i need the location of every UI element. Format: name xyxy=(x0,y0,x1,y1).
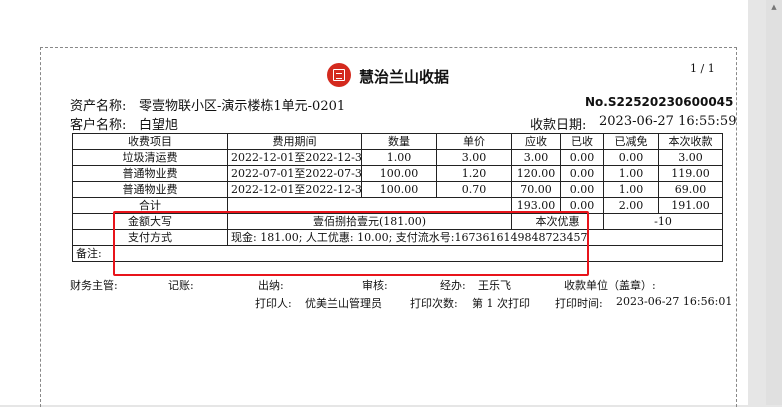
printer-value: 优美兰山管理员 xyxy=(305,297,382,310)
document-number: No.S22520230600045 xyxy=(585,95,734,109)
table-cell: 垃圾清运费 xyxy=(72,149,228,166)
scroll-up-arrow-icon[interactable]: ▲ xyxy=(770,3,778,11)
table-cell: 1.00 xyxy=(603,181,659,198)
table-header: 单价 xyxy=(436,133,512,150)
table-cell: 0.00 xyxy=(560,165,604,182)
table-header: 已减免 xyxy=(603,133,659,150)
customer-value: 白望旭 xyxy=(139,118,179,133)
table-cell: 0.00 xyxy=(560,149,604,166)
bookkeeper-label: 记账: xyxy=(168,279,194,292)
finance-supervisor-label: 财务主管: xyxy=(70,279,118,292)
table-cell: 1.20 xyxy=(436,165,512,182)
handler-value: 王乐飞 xyxy=(478,279,511,292)
handler-label: 经办: xyxy=(440,279,466,292)
table-header: 应收 xyxy=(511,133,561,150)
table-cell: 0.00 xyxy=(560,181,604,198)
date-label: 收款日期: xyxy=(530,118,587,133)
table-cell: 0.00 xyxy=(603,149,659,166)
table-row: 垃圾清运费 2022-12-01至2022-12-31 1.00 3.00 3.… xyxy=(72,149,723,166)
table-header: 收费项目 xyxy=(72,133,228,150)
table-cell: 普通物业费 xyxy=(72,181,228,198)
table-cell: 普通物业费 xyxy=(72,165,228,182)
printer-label: 打印人: xyxy=(255,297,292,310)
table-cell: 1.00 xyxy=(361,149,437,166)
receipt-title: 慧治兰山收据 xyxy=(359,68,450,86)
payment-highlight-box xyxy=(113,211,589,276)
cashier-label: 出纳: xyxy=(258,279,284,292)
table-cell: 3.00 xyxy=(436,149,512,166)
auditor-label: 审核: xyxy=(362,279,388,292)
table-cell: 0.70 xyxy=(436,181,512,198)
table-header: 本次收款 xyxy=(658,133,723,150)
table-cell: 3.00 xyxy=(658,149,723,166)
table-row: 普通物业费 2022-07-01至2022-07-31 100.00 1.20 … xyxy=(72,165,723,182)
discount-value: -10 xyxy=(603,213,723,230)
table-header: 费用期间 xyxy=(227,133,362,150)
print-border-right xyxy=(736,47,737,407)
print-count-value: 第 1 次打印 xyxy=(472,297,530,310)
table-cell: 119.00 xyxy=(658,165,723,182)
table-cell: 69.00 xyxy=(658,181,723,198)
table-cell: 2022-12-01至2022-12-31 xyxy=(227,149,362,166)
table-cell: 100.00 xyxy=(361,181,437,198)
page-indicator: 1 / 1 xyxy=(690,62,715,75)
table-cell: 70.00 xyxy=(511,181,561,198)
print-time-label: 打印时间: xyxy=(555,297,603,310)
table-cell: 2022-12-01至2022-12-31 xyxy=(227,181,362,198)
table-cell: 2022-07-01至2022-07-31 xyxy=(227,165,362,182)
date-value: 2023-06-27 16:55:59 xyxy=(599,114,737,129)
table-header: 已收 xyxy=(560,133,604,150)
vertical-scrollbar[interactable] xyxy=(766,0,782,405)
table-cell: 1.00 xyxy=(603,165,659,182)
table-cell: 3.00 xyxy=(511,149,561,166)
asset-value: 零壹物联小区-演示楼栋1单元-0201 xyxy=(139,99,346,114)
logo-icon xyxy=(327,63,351,87)
table-header-row: 收费项目 费用期间 数量 单价 应收 已收 已减免 本次收款 xyxy=(72,133,723,150)
asset-label: 资产名称: xyxy=(70,99,127,114)
total-reduced: 2.00 xyxy=(603,197,659,214)
table-header: 数量 xyxy=(361,133,437,150)
total-this-payment: 191.00 xyxy=(658,197,723,214)
table-cell: 120.00 xyxy=(511,165,561,182)
print-time-value: 2023-06-27 16:56:01 xyxy=(616,295,733,308)
collecting-unit-label: 收款单位（盖章）: xyxy=(564,279,656,292)
customer-label: 客户名称: xyxy=(70,118,127,133)
table-row: 普通物业费 2022-12-01至2022-12-31 100.00 0.70 … xyxy=(72,181,723,198)
table-cell: 100.00 xyxy=(361,165,437,182)
print-border-left xyxy=(40,47,41,407)
print-border-top xyxy=(40,47,737,48)
print-count-label: 打印次数: xyxy=(410,297,458,310)
